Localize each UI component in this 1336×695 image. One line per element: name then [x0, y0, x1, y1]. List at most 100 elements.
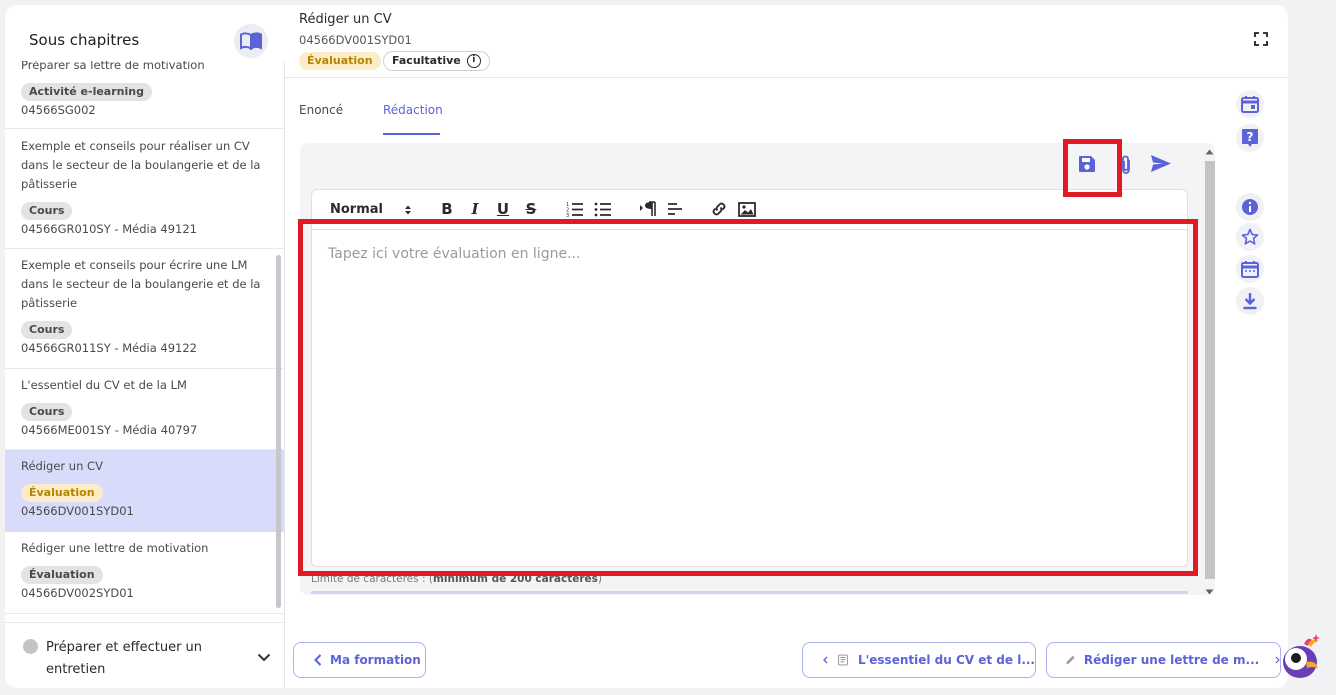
chapter-title: Préparer et effectuer un entretien: [46, 640, 203, 677]
character-progress-bar: [311, 591, 1188, 594]
text-direction-icon[interactable]: [638, 199, 658, 219]
editor-scrollbar[interactable]: [1204, 147, 1215, 595]
assistant-mascot-icon[interactable]: [1278, 632, 1326, 680]
subchapter-list: Préparer sa lettre de motivation Activit…: [5, 61, 284, 614]
send-icon: [1151, 155, 1171, 172]
evaluation-badge: Évaluation: [299, 52, 381, 70]
calendar-icon: [1241, 261, 1259, 278]
list-item-code: 04566SG002: [21, 103, 96, 117]
list-item[interactable]: Exemple et conseils pour écrire une LM d…: [5, 249, 284, 369]
list-item-title: Rédiger un CV: [21, 459, 103, 473]
editor-container: Normal B I U S 123 Tapez ici votre évalu…: [300, 143, 1215, 595]
type-badge: Activité e-learning: [21, 83, 152, 101]
save-icon: [1079, 156, 1095, 172]
scroll-down-icon[interactable]: [1205, 589, 1214, 595]
scrollbar-thumb[interactable]: [1205, 161, 1215, 579]
type-badge: Cours: [21, 403, 73, 421]
list-item-title: Rédiger une lettre de motivation: [21, 541, 209, 555]
page-title: Rédiger un CV: [299, 12, 392, 27]
list-item-code: 04566GR010SY - Média 49121: [21, 222, 197, 236]
previous-label: L'essentiel du CV et de l...: [857, 653, 1035, 667]
sidebar-header: Sous chapitres: [5, 5, 285, 61]
select-arrows-icon[interactable]: [404, 204, 412, 216]
optional-badge[interactable]: Facultative i: [383, 51, 490, 71]
chevron-left-icon: [823, 656, 828, 664]
info-icon[interactable]: i: [466, 54, 481, 68]
status-dot: [23, 639, 38, 654]
fullscreen-icon[interactable]: [1254, 32, 1268, 46]
align-left-icon[interactable]: [665, 199, 685, 219]
pencil-icon: [1066, 655, 1075, 665]
paperclip-icon: [1122, 155, 1130, 174]
activity-code: 04566DV001SYD01: [299, 33, 412, 47]
editor-placeholder: Tapez ici votre évaluation en ligne...: [328, 246, 581, 262]
download-button[interactable]: [1236, 287, 1264, 315]
answer-textarea[interactable]: Tapez ici votre évaluation en ligne...: [311, 229, 1188, 567]
star-icon: [1241, 228, 1259, 245]
list-item[interactable]: Rédiger une lettre de motivation Évaluat…: [5, 532, 284, 614]
next-label: Rédiger une lettre de m...: [1083, 653, 1260, 667]
character-limit: Limite de caractères : (minimum de 200 c…: [311, 573, 603, 585]
book-button[interactable]: [234, 24, 268, 58]
bold-icon[interactable]: B: [437, 199, 457, 219]
calendar-button[interactable]: [1236, 90, 1264, 118]
list-item-code: 04566GR011SY - Média 49122: [21, 341, 197, 355]
schedule-button[interactable]: [1236, 255, 1264, 283]
list-item-code: 04566ME001SY - Média 40797: [21, 423, 198, 437]
save-button[interactable]: [1078, 155, 1096, 177]
svg-text:?: ?: [1247, 130, 1254, 144]
list-item-code: 04566DV002SYD01: [21, 586, 134, 600]
type-badge: Cours: [21, 202, 73, 220]
tab-redaction[interactable]: Rédaction: [383, 103, 443, 117]
back-label: Ma formation: [330, 653, 421, 667]
chapter-accordion[interactable]: Préparer et effectuer un entretien: [5, 622, 284, 688]
chevron-left-icon: [314, 654, 322, 666]
strikethrough-icon[interactable]: S: [521, 199, 541, 219]
ordered-list-icon[interactable]: 123: [565, 199, 585, 219]
help-icon: ?: [1242, 129, 1258, 147]
sidebar-scrollbar[interactable]: [276, 255, 281, 608]
optional-label: Facultative: [392, 54, 461, 67]
document-icon: [838, 654, 848, 666]
help-button[interactable]: ?: [1236, 124, 1264, 152]
attach-button[interactable]: [1120, 155, 1132, 179]
info-icon: [1242, 199, 1258, 215]
main-panel: Rédiger un CV 04566DV001SYD01 Évaluation…: [285, 5, 1288, 688]
scroll-up-icon[interactable]: [1205, 149, 1214, 155]
list-item-title: L'essentiel du CV et de la LM: [21, 378, 187, 392]
calendar-icon: [1241, 96, 1259, 113]
link-icon[interactable]: [709, 199, 729, 219]
editor-toolbar: Normal B I U S 123: [311, 189, 1188, 229]
type-badge: Évaluation: [21, 566, 103, 584]
bullet-list-icon[interactable]: [593, 199, 613, 219]
tab-enonce[interactable]: Enoncé: [299, 103, 343, 117]
chevron-down-icon[interactable]: [257, 653, 271, 662]
image-icon[interactable]: [737, 199, 757, 219]
list-item-title: Préparer sa lettre de motivation: [21, 61, 205, 72]
favorite-button[interactable]: [1236, 223, 1264, 251]
next-activity-button[interactable]: Rédiger une lettre de m...: [1046, 642, 1281, 678]
list-item-active[interactable]: Rédiger un CV Évaluation 04566DV001SYD01: [5, 450, 284, 532]
info-button[interactable]: [1236, 193, 1264, 221]
previous-activity-button[interactable]: L'essentiel du CV et de l...: [802, 642, 1036, 678]
underline-icon[interactable]: U: [493, 199, 513, 219]
list-item-title: Exemple et conseils pour réaliser un CV …: [21, 139, 261, 191]
download-icon: [1243, 293, 1257, 310]
list-item-code: 04566DV001SYD01: [21, 504, 134, 518]
submit-button[interactable]: [1150, 154, 1172, 177]
list-item[interactable]: L'essentiel du CV et de la LM Cours 0456…: [5, 369, 284, 450]
type-badge: Évaluation: [21, 484, 103, 502]
sidebar: Préparer sa lettre de motivation Activit…: [5, 5, 285, 688]
list-item[interactable]: Préparer sa lettre de motivation Activit…: [5, 61, 284, 129]
sidebar-title: Sous chapitres: [29, 31, 140, 49]
list-item[interactable]: Exemple et conseils pour réaliser un CV …: [5, 129, 284, 249]
format-select[interactable]: Normal: [330, 202, 383, 217]
list-item-title: Exemple et conseils pour écrire une LM d…: [21, 258, 261, 310]
format-select-value: Normal: [330, 202, 383, 217]
activity-header: Rédiger un CV 04566DV001SYD01 Évaluation…: [285, 5, 1288, 78]
svg-text:3: 3: [566, 213, 569, 217]
back-to-training-button[interactable]: Ma formation: [293, 642, 426, 678]
italic-icon[interactable]: I: [465, 199, 485, 219]
app-window: Préparer sa lettre de motivation Activit…: [5, 5, 1288, 688]
active-tab-indicator: [383, 133, 440, 135]
